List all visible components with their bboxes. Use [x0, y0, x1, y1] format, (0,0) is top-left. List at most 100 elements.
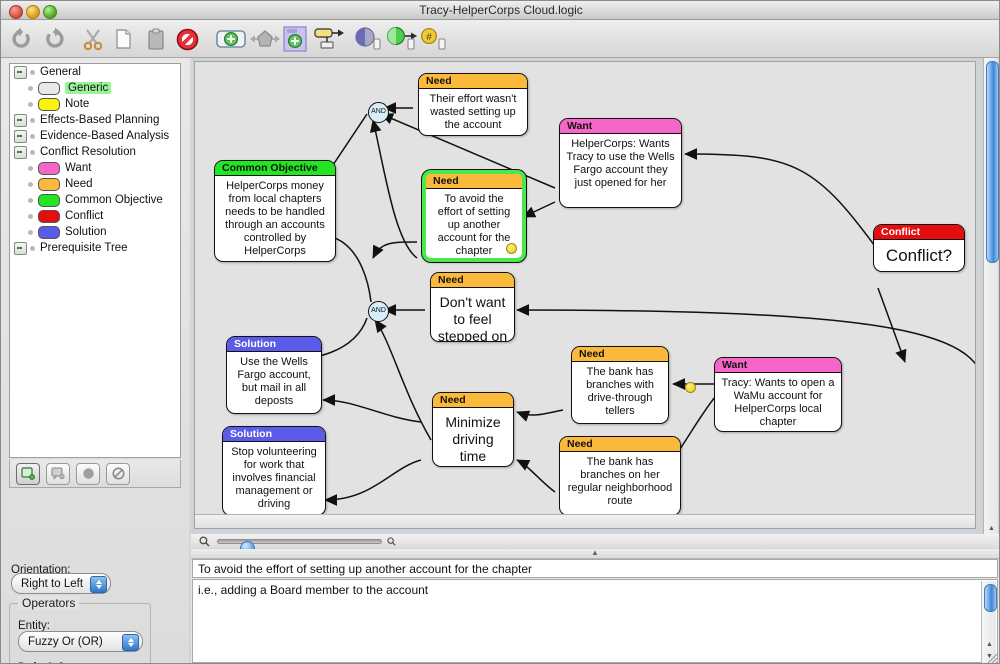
scroll-up-button[interactable]: ▲	[986, 523, 997, 534]
zoom-in-icon[interactable]	[387, 537, 396, 549]
node-text: HelperCorps money from local chapters ne…	[215, 176, 335, 262]
entity-type-tree[interactable]: General Generic Note Effects-Based Planning…	[9, 63, 181, 458]
diagram-node-need-drive-through[interactable]: NeedThe bank has branches with drive-thr…	[571, 346, 669, 424]
copy-icon[interactable]	[109, 23, 141, 55]
diagram-node-solution-stop-volunteering[interactable]: SolutionStop volunteering for work that …	[222, 426, 326, 516]
zoom-control-bar	[191, 534, 999, 548]
half-state-icon[interactable]	[353, 23, 385, 55]
color-swatch-icon	[38, 210, 60, 223]
node-header: Conflict	[874, 225, 964, 240]
node-status-dot-icon[interactable]	[506, 243, 517, 254]
tree-item-label: Evidence-Based Analysis	[40, 130, 169, 142]
zoom-slider-track[interactable]	[217, 539, 382, 544]
disclosure-icon[interactable]	[14, 146, 27, 159]
diagram-junction-and-bottom[interactable]: AND	[368, 301, 389, 322]
canvas-vertical-scroll-thumb[interactable]	[986, 61, 999, 263]
window-title: Tracy-HelperCorps Cloud.logic	[1, 3, 1000, 17]
full-state-icon[interactable]	[386, 23, 420, 55]
diagram-node-need-minimize-driving[interactable]: NeedMinimize driving time	[432, 392, 514, 467]
diagram-node-conflict[interactable]: ConflictConflict?	[873, 224, 965, 272]
tree-item-note[interactable]: Note	[10, 96, 180, 112]
diagram-node-need-neighborhood-route[interactable]: NeedThe bank has branches on her regular…	[559, 436, 681, 516]
tree-item-general[interactable]: General	[10, 64, 180, 80]
tree-bullet-icon	[28, 214, 33, 219]
diagram-node-need-effort[interactable]: NeedTheir effort wasn't wasted setting u…	[418, 73, 528, 136]
tree-item-need[interactable]: Need	[10, 176, 180, 192]
node-header: Solution	[227, 337, 321, 352]
canvas-horizontal-scrollbar[interactable]	[195, 514, 976, 528]
chevron-updown-icon	[90, 576, 107, 593]
color-swatch-icon	[38, 226, 60, 239]
tree-item-common-objective[interactable]: Common Objective	[10, 192, 180, 208]
diagram-canvas[interactable]: NeedTheir effort wasn't wasted setting u…	[194, 61, 976, 529]
color-swatch-icon	[38, 82, 60, 95]
undo-icon[interactable]	[5, 23, 37, 55]
delete-icon[interactable]	[171, 23, 203, 55]
window-resize-grip[interactable]	[984, 650, 998, 664]
tree-item-want[interactable]: Want	[10, 160, 180, 176]
add-entity-icon[interactable]	[214, 23, 248, 55]
tree-toolbar	[9, 460, 181, 488]
node-header: Common Objective	[215, 161, 335, 176]
diagram-area: NeedTheir effort wasn't wasted setting u…	[191, 58, 999, 548]
cut-icon[interactable]	[77, 23, 109, 55]
tree-bullet-icon	[30, 150, 35, 155]
paste-icon[interactable]	[140, 23, 172, 55]
entity-notes-field[interactable]: i.e., adding a Board member to the accou…	[192, 579, 998, 663]
tree-bullet-icon	[28, 102, 33, 107]
node-header: Want	[560, 119, 681, 134]
disclosure-icon[interactable]	[14, 130, 27, 143]
tree-item-conflict-resolution[interactable]: Conflict Resolution	[10, 144, 180, 160]
new-entity-button[interactable]	[16, 463, 40, 485]
detail-pane: ▲ To avoid the effort of setting up anot…	[191, 549, 999, 664]
node-text: The bank has branches on her regular nei…	[560, 452, 680, 512]
diagram-node-want-tracy[interactable]: WantTracy: Wants to open a WaMu account …	[714, 357, 842, 432]
tree-bullet-icon	[28, 182, 33, 187]
entity-notes-value: i.e., adding a Board member to the accou…	[198, 583, 428, 597]
tree-item-prerequisite-tree[interactable]: Prerequisite Tree	[10, 240, 180, 256]
add-node-icon[interactable]	[280, 23, 310, 55]
diagram-node-need-avoid-effort[interactable]: NeedTo avoid the effort of setting up an…	[422, 170, 526, 262]
diagram-junction-and-top[interactable]: AND	[368, 102, 389, 123]
tree-item-label: Effects-Based Planning	[40, 114, 159, 126]
node-header: Need	[419, 74, 527, 89]
pane-splitter[interactable]: ▲	[191, 549, 999, 559]
notes-scroll-thumb[interactable]	[984, 584, 997, 612]
tree-item-label: Generic	[65, 82, 111, 94]
tree-item-solution[interactable]: Solution	[10, 224, 180, 240]
diagram-node-common-objective[interactable]: Common ObjectiveHelperCorps money from l…	[214, 160, 336, 262]
tree-item-label: Want	[65, 162, 91, 174]
tag-state-icon[interactable]: #	[418, 23, 450, 55]
diagram-node-need-stepped-on[interactable]: NeedDon't want to feel stepped on	[430, 272, 515, 342]
edgedot-tracy-drivethrough-icon[interactable]	[685, 382, 696, 393]
entity-operator-value: Fuzzy Or (OR)	[28, 636, 103, 648]
tree-item-generic[interactable]: Generic	[10, 80, 180, 96]
operators-legend: Operators	[18, 596, 79, 610]
new-comment-button[interactable]	[46, 463, 70, 485]
diagram-node-want-helpercorps[interactable]: WantHelperCorps: Wants Tracy to use the …	[559, 118, 682, 208]
orientation-select[interactable]: Right to Left	[11, 573, 111, 594]
color-swatch-icon	[38, 194, 60, 207]
zoom-out-icon[interactable]	[199, 536, 210, 550]
entity-operator-select[interactable]: Fuzzy Or (OR)	[18, 631, 143, 652]
canvas-vertical-scrollbar[interactable]: ▲ ▼	[983, 58, 998, 547]
tree-bullet-icon	[30, 118, 35, 123]
entity-title-field[interactable]: To avoid the effort of setting up anothe…	[192, 559, 998, 578]
redo-icon[interactable]	[39, 23, 71, 55]
info-button[interactable]	[76, 463, 100, 485]
tree-item-conflict[interactable]: Conflict	[10, 208, 180, 224]
add-connection-icon[interactable]	[311, 23, 345, 55]
tree-bullet-icon	[28, 86, 33, 91]
notes-scroll-up-button[interactable]: ▲	[984, 639, 995, 650]
left-sidebar: General Generic Note Effects-Based Planning…	[1, 58, 189, 664]
node-header: Need	[431, 273, 514, 288]
disable-button[interactable]	[106, 463, 130, 485]
add-junctor-icon[interactable]	[248, 23, 282, 55]
disclosure-icon[interactable]	[14, 66, 27, 79]
tree-item-evidence-based-analysis[interactable]: Evidence-Based Analysis	[10, 128, 180, 144]
tree-item-effects-based-planning[interactable]: Effects-Based Planning	[10, 112, 180, 128]
tree-item-label: General	[40, 66, 81, 78]
disclosure-icon[interactable]	[14, 242, 27, 255]
disclosure-icon[interactable]	[14, 114, 27, 127]
diagram-node-solution-wells-fargo[interactable]: SolutionUse the Wells Fargo account, but…	[226, 336, 322, 414]
